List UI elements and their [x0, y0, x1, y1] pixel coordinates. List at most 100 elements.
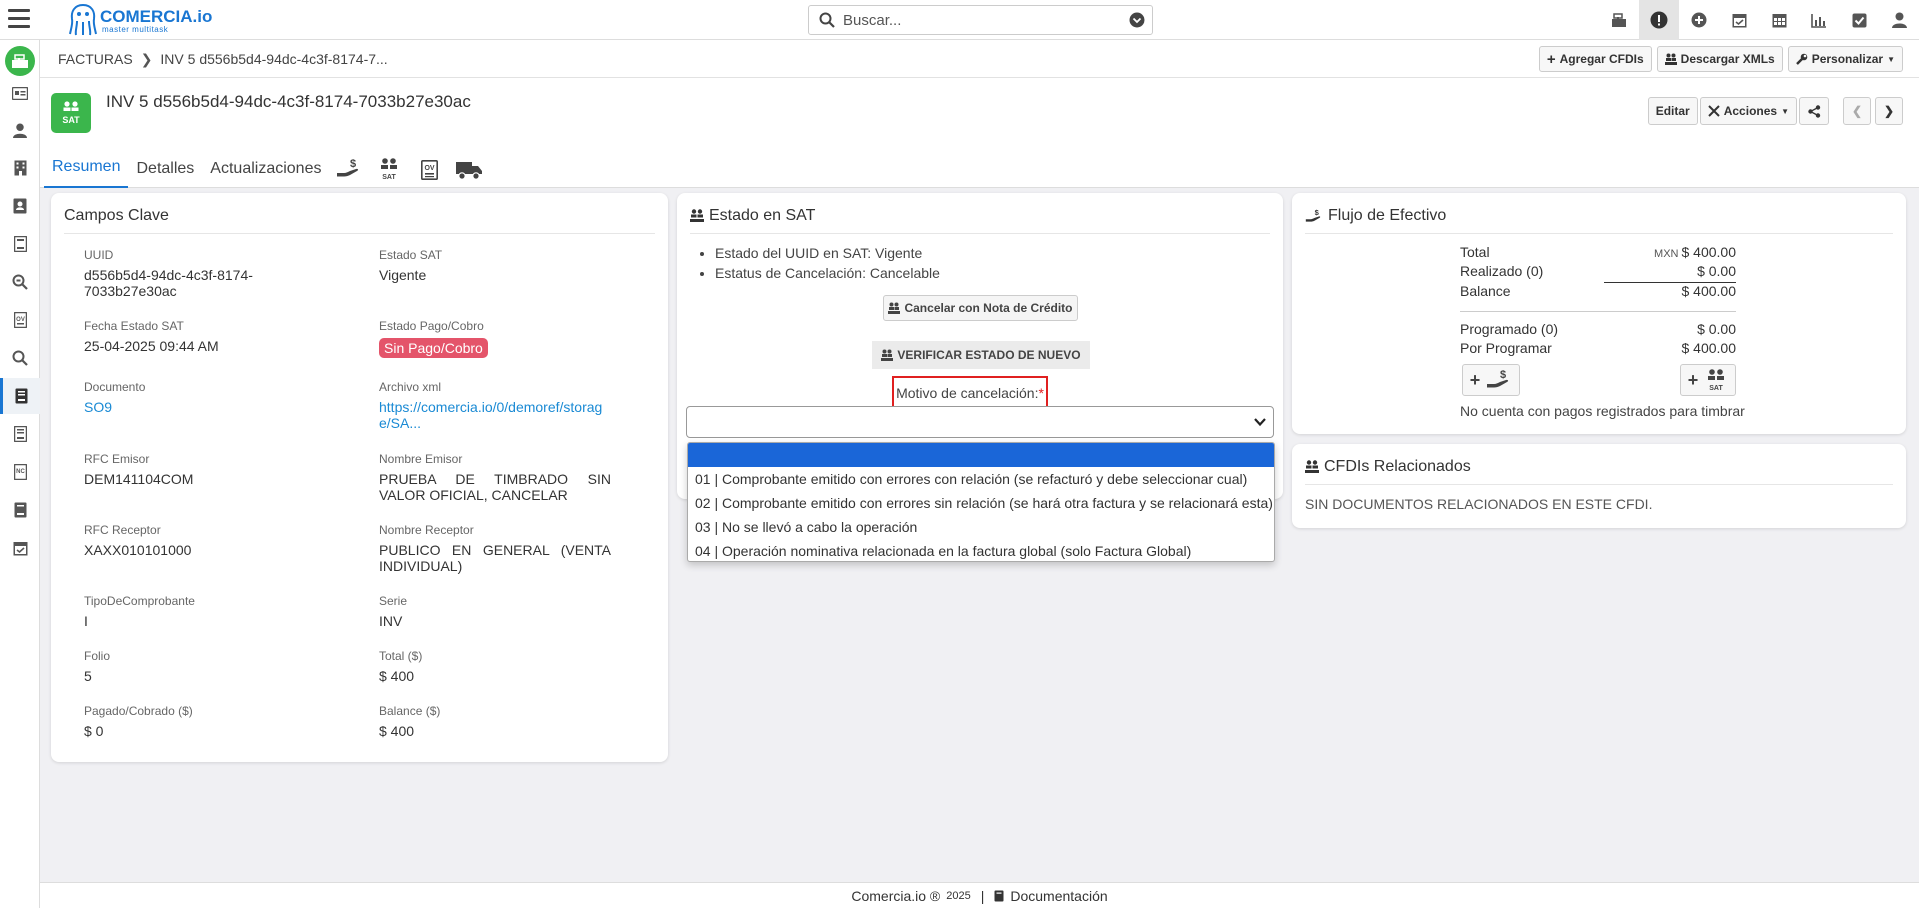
sat-people-icon	[1305, 460, 1319, 473]
estado-pago-label: Estado Pago/Cobro	[379, 319, 484, 333]
footer-brand: Comercia.io ®	[851, 887, 941, 904]
fecha-estado-value: 25-04-2025 09:44 AM	[84, 338, 219, 354]
total-label: Total ($)	[379, 649, 423, 663]
sat-people-icon	[63, 101, 79, 111]
footer: Comercia.io ® 2025 | Documentación	[40, 882, 1919, 908]
add-payment-button[interactable]: + $	[1462, 364, 1520, 396]
tab-payments-icon[interactable]: $	[329, 146, 369, 188]
verify-status-button[interactable]: VERIFICAR ESTADO DE NUEVO	[872, 341, 1090, 369]
svg-text:$: $	[350, 158, 356, 170]
search-input[interactable]	[843, 10, 1123, 30]
divider	[1305, 484, 1893, 485]
sidebar-ledger-icon[interactable]	[0, 416, 40, 452]
sat-status-title-text: Estado en SAT	[709, 207, 816, 224]
serie-value: INV	[379, 613, 403, 629]
tab-sat-icon[interactable]: SAT	[369, 146, 409, 188]
logo-tagline: master multitask	[102, 25, 169, 34]
breadcrumb-current: INV 5 d556b5d4-94dc-4c3f-8174-7...	[160, 51, 388, 67]
download-xmls-button[interactable]: Descargar XMLs	[1656, 46, 1783, 72]
book-icon	[994, 890, 1004, 901]
total-row: Total MXN $ 400.00	[1460, 244, 1736, 262]
caret-down-icon: ▼	[1781, 106, 1789, 116]
docs-link[interactable]: Documentación	[1010, 888, 1107, 904]
sidebar-home-icon[interactable]	[5, 46, 35, 76]
sidebar-user-icon[interactable]	[0, 112, 40, 148]
sidebar-search-icon[interactable]	[0, 340, 40, 376]
share-button[interactable]	[1799, 97, 1829, 125]
caret-down-icon: ▼	[1887, 54, 1895, 64]
customize-button[interactable]: Personalizar ▼	[1787, 46, 1903, 72]
page-title: INV 5 d556b5d4-94dc-4c3f-8174-7033b27e30…	[106, 92, 471, 111]
cancel-reason-option-01[interactable]: 01 | Comprobante emitido con errores con…	[688, 467, 1274, 491]
divider	[1460, 311, 1736, 312]
balance-row: Balance $ 400.00	[1460, 283, 1736, 301]
actions-button[interactable]: Acciones ▼	[1699, 97, 1797, 125]
top-check-square-icon[interactable]	[1839, 0, 1879, 40]
flow-realizado-value: $ 0.00	[1697, 263, 1736, 279]
svg-text:SAT: SAT	[1710, 385, 1724, 391]
uuid-state-item: Estado del UUID en SAT: Vigente	[715, 243, 940, 263]
next-record-button[interactable]: ❯	[1875, 97, 1903, 125]
tab-resumen[interactable]: Resumen	[44, 146, 129, 188]
cancel-reason-option-03[interactable]: 03 | No se llevó a cabo la operación	[688, 515, 1274, 539]
rfc-emisor-value: DEM141104COM	[84, 471, 194, 487]
top-calendar-check-icon[interactable]	[1719, 0, 1759, 40]
cancel-reason-option-02[interactable]: 02 | Comprobante emitido con errores sin…	[688, 491, 1274, 515]
app-logo[interactable]: COMERCIA.io master multitask	[68, 2, 228, 38]
sidebar-invoices-icon[interactable]	[0, 378, 40, 414]
tab-truck-icon[interactable]	[449, 146, 489, 188]
sidebar-address-book-icon[interactable]	[0, 188, 40, 224]
hand-money-icon: $	[1487, 369, 1509, 388]
add-cfdis-button[interactable]: + Agregar CFDIs	[1538, 46, 1652, 72]
sidebar-nc-icon[interactable]: NC	[0, 454, 40, 490]
flow-total-value: $ 400.00	[1681, 244, 1737, 260]
related-cfdis-title: CFDIs Relacionados	[1305, 458, 1471, 476]
estado-sat-label: Estado SAT	[379, 248, 443, 262]
documento-link[interactable]: SO9	[84, 399, 112, 415]
top-cash-register-icon[interactable]	[1599, 0, 1639, 40]
archivo-xml-link[interactable]: https://comercia.io/0/demoref/storage/SA…	[379, 399, 611, 431]
sidebar-contact-card-icon[interactable]	[0, 75, 40, 111]
sidebar-calendar-check-icon[interactable]	[0, 530, 40, 566]
flow-por-programar-label: Por Programar	[1460, 340, 1552, 356]
customize-label: Personalizar	[1811, 52, 1884, 66]
cancel-reason-select[interactable]	[686, 406, 1274, 438]
sat-people-icon	[1664, 53, 1677, 65]
breadcrumb-bar: FACTURAS ❯ INV 5 d556b5d4-94dc-4c3f-8174-7…	[40, 40, 1919, 78]
cancel-reason-label: Motivo de cancelación: *	[892, 376, 1048, 410]
tab-detalles[interactable]: Detalles	[128, 146, 202, 188]
sidebar-building-icon[interactable]	[0, 150, 40, 186]
previous-record-button[interactable]: ❮	[1843, 97, 1871, 125]
tab-actualizaciones[interactable]: Actualizaciones	[202, 146, 329, 188]
nombre-emisor-value: PRUEBA DE TIMBRADO SIN VALOR OFICIAL, CA…	[379, 471, 611, 503]
sidebar-search-doc-icon[interactable]	[0, 264, 40, 300]
sidebar-book-icon[interactable]	[0, 226, 40, 262]
top-calendar-icon[interactable]	[1759, 0, 1799, 40]
edit-button[interactable]: Editar	[1647, 97, 1698, 125]
cancel-reason-option-04[interactable]: 04 | Operación nominativa relacionada en…	[688, 539, 1274, 561]
cancel-credit-note-button[interactable]: Cancelar con Nota de Crédito	[883, 295, 1078, 321]
flow-programado-label: Programado (0)	[1460, 321, 1559, 337]
top-alert-icon[interactable]	[1639, 0, 1679, 40]
folio-label: Folio	[84, 649, 111, 663]
tab-bar: Resumen Detalles Actualizaciones $ SAT O…	[44, 146, 489, 188]
top-add-icon[interactable]	[1679, 0, 1719, 40]
tab-ov-icon[interactable]: OV	[409, 146, 449, 188]
cancel-reason-label-text: Motivo de cancelación:	[896, 385, 1039, 401]
search-dropdown-icon[interactable]	[1129, 12, 1145, 28]
sat-status-title: Estado en SAT	[690, 207, 815, 225]
sat-badge-label: SAT	[62, 115, 80, 125]
sidebar-receipt-icon[interactable]	[0, 492, 40, 528]
record-header: SAT INV 5 d556b5d4-94dc-4c3f-8174-7033b2…	[40, 78, 1919, 188]
add-sat-payment-button[interactable]: + SAT	[1680, 364, 1736, 396]
breadcrumb-root[interactable]: FACTURAS	[58, 51, 133, 67]
rfc-emisor-label: RFC Emisor	[84, 452, 150, 466]
sidebar-ov-icon[interactable]: OV	[0, 302, 40, 338]
key-fields-title: Campos Clave	[64, 207, 169, 224]
hamburger-menu-icon[interactable]	[8, 9, 30, 29]
top-user-icon[interactable]	[1879, 0, 1919, 40]
search-box[interactable]	[808, 5, 1153, 35]
programado-row: Programado (0) $ 0.00	[1460, 321, 1736, 339]
cancel-reason-option-empty[interactable]	[688, 443, 1274, 467]
top-chart-icon[interactable]	[1799, 0, 1839, 40]
